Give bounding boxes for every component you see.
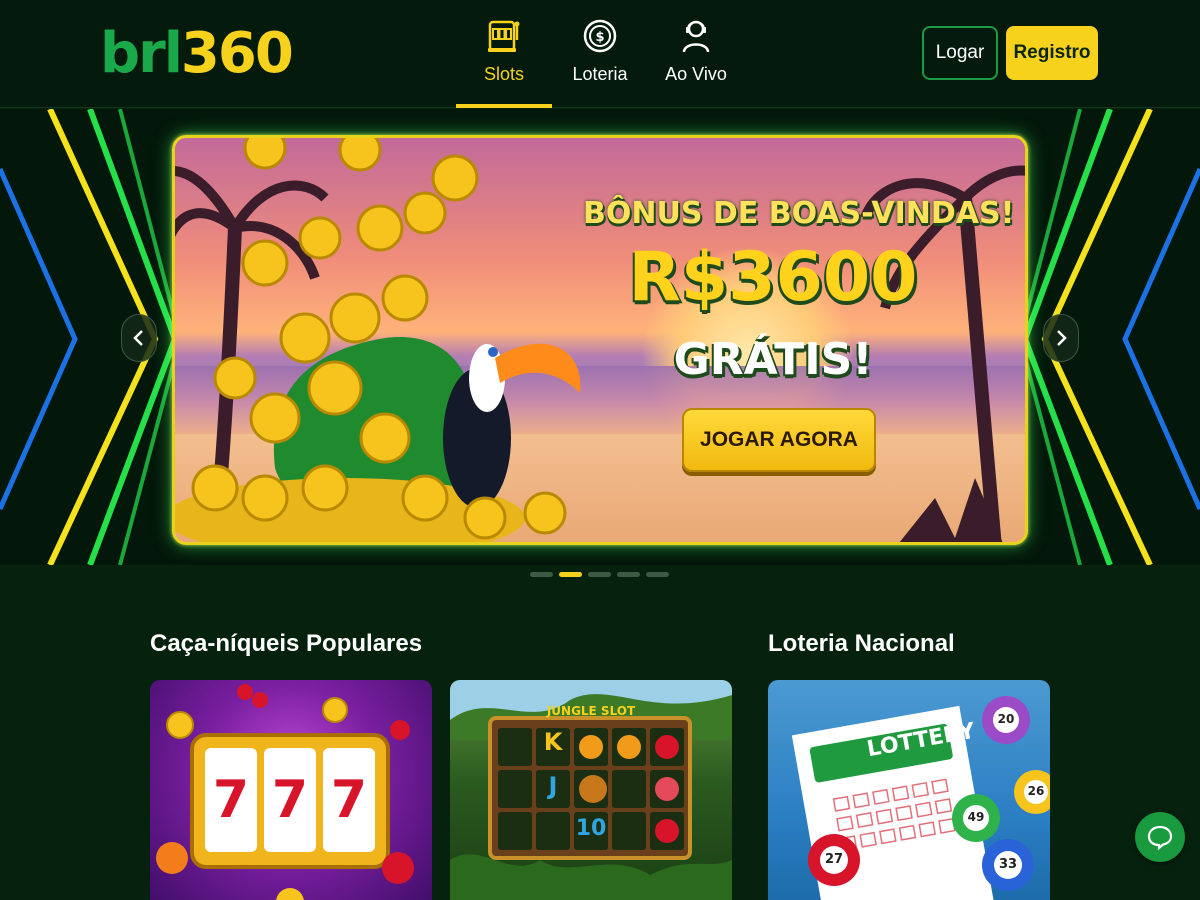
play-now-button[interactable]: JOGAR AGORA xyxy=(682,408,876,472)
jungle-slot-title: JUNGLE SLOT xyxy=(546,704,636,718)
carousel-next-button[interactable] xyxy=(1043,314,1079,362)
carousel-prev-button[interactable] xyxy=(121,314,157,362)
main-nav: Slots $ Loteria Ao Vivo xyxy=(456,0,744,108)
chevron-left-icon xyxy=(133,330,143,346)
banner-free: GRÁTIS! xyxy=(673,334,873,385)
carousel-dot[interactable] xyxy=(530,572,553,577)
banner-title: BÔNUS DE BOAS-VINDAS! xyxy=(583,196,1015,231)
nav-loteria[interactable]: $ Loteria xyxy=(552,0,648,108)
lottery-ball: 49 xyxy=(967,810,985,824)
brand-logo[interactable]: brl 360 xyxy=(100,21,294,86)
carousel-dot[interactable] xyxy=(588,572,611,577)
live-chat-button[interactable] xyxy=(1135,812,1185,862)
hero-carousel: BÔNUS DE BOAS-VINDAS! R$3600 GRÁTIS! JOG… xyxy=(0,109,1200,565)
banner-amount: R$3600 xyxy=(628,238,918,317)
nav-ao-vivo[interactable]: Ao Vivo xyxy=(648,0,744,108)
promo-banner[interactable]: BÔNUS DE BOAS-VINDAS! R$3600 GRÁTIS! JOG… xyxy=(172,135,1028,545)
reel-symbol: 7 xyxy=(271,770,309,830)
reel-symbol: J xyxy=(548,772,558,800)
lottery-ball: 20 xyxy=(997,712,1015,726)
register-button[interactable]: Registro xyxy=(1006,26,1098,80)
lottery-ball: 26 xyxy=(1027,784,1045,798)
nav-slots[interactable]: Slots xyxy=(456,0,552,108)
nav-loteria-label: Loteria xyxy=(572,64,628,84)
nav-slots-label: Slots xyxy=(483,64,525,84)
carousel-dot[interactable] xyxy=(617,572,640,577)
chevron-right-icon xyxy=(1057,330,1067,346)
lottery-ball: 27 xyxy=(824,852,844,867)
login-button[interactable]: Logar xyxy=(922,26,998,80)
lottery-ball: 33 xyxy=(998,857,1018,872)
logo-brl: brl xyxy=(100,21,183,86)
game-card-jungle-slot[interactable]: JUNGLE SLOT K J 10 xyxy=(450,680,732,900)
reel-symbol: 10 xyxy=(575,816,607,841)
reel-symbol: 7 xyxy=(330,770,368,830)
chat-bubble-icon xyxy=(1147,825,1173,850)
top-header: brl 360 Slots $ Loteria Ao Vivo Logar Re… xyxy=(0,0,1200,108)
reel-symbol: 7 xyxy=(212,770,250,830)
reel-symbol: K xyxy=(543,728,563,756)
section-title-national-lottery: Loteria Nacional xyxy=(768,630,955,657)
lottery-coin-icon: $ xyxy=(583,19,617,53)
logo-360: 360 xyxy=(180,21,294,86)
slot-machine-icon xyxy=(488,20,520,52)
nav-ao-vivo-label: Ao Vivo xyxy=(665,64,727,84)
live-dealer-icon xyxy=(682,20,710,53)
svg-text:$: $ xyxy=(595,30,604,45)
game-card-777-slot[interactable]: 7 7 7 xyxy=(150,680,432,900)
carousel-dot-active[interactable] xyxy=(559,572,582,577)
section-title-popular-slots: Caça-níqueis Populares xyxy=(150,630,423,657)
game-card-national-lottery[interactable]: LOTTERY 20 26 27 49 33 xyxy=(768,680,1050,900)
carousel-dot[interactable] xyxy=(646,572,669,577)
carousel-indicators xyxy=(530,572,669,577)
